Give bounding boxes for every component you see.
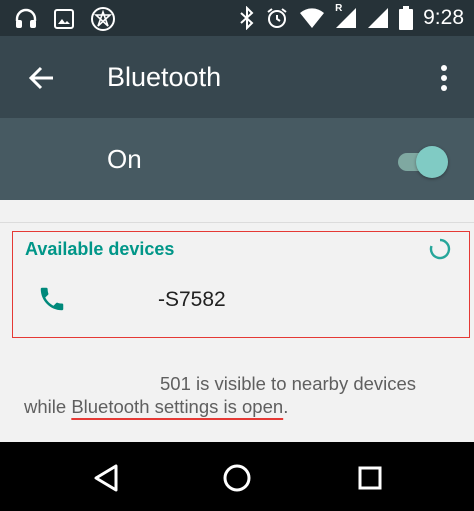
notification-icons: [14, 6, 116, 32]
divider: [0, 222, 474, 223]
back-triangle-icon: [94, 464, 118, 492]
toggle-label: On: [107, 144, 142, 174]
visibility-underlined-text: Bluetooth settings is open: [71, 396, 284, 417]
nav-back-button[interactable]: [88, 460, 124, 496]
navigation-bar: [0, 442, 474, 511]
no-signal-app-icon: [90, 6, 116, 32]
nav-home-button[interactable]: [219, 460, 255, 496]
image-icon: [52, 7, 76, 31]
home-circle-icon: [223, 464, 251, 492]
device-name: -S7582: [158, 288, 226, 311]
wifi-icon: [299, 7, 325, 29]
bluetooth-icon: [239, 6, 255, 30]
headphones-icon: [14, 7, 38, 31]
status-bar: R 9:28: [0, 0, 474, 36]
roaming-label: R: [335, 3, 343, 14]
visibility-line-2: while Bluetooth settings is open.: [24, 395, 454, 418]
nav-recents-button[interactable]: [352, 460, 388, 496]
system-icons: R 9:28: [239, 3, 464, 31]
available-devices-section: Available devices -S7582: [12, 231, 470, 338]
more-vert-icon: [441, 65, 447, 91]
visibility-prefix: while: [24, 396, 72, 417]
signal-roaming-icon: R: [335, 3, 357, 29]
more-options-button[interactable]: [432, 62, 456, 94]
phone-icon: [37, 284, 67, 314]
page-title: Bluetooth: [107, 62, 222, 92]
status-time: 9:28: [423, 6, 464, 29]
visibility-message: 501 is visible to nearby devices while B…: [24, 372, 454, 418]
available-devices-header: Available devices: [25, 239, 175, 259]
recents-square-icon: [358, 466, 382, 490]
battery-icon: [399, 6, 414, 30]
visibility-line-1: 501 is visible to nearby devices: [160, 373, 417, 394]
switch-thumb: [416, 146, 448, 178]
device-list-item[interactable]: -S7582: [13, 272, 469, 334]
back-button[interactable]: [24, 60, 60, 96]
app-bar: Bluetooth: [0, 36, 474, 118]
alarm-icon: [265, 6, 289, 30]
scanning-spinner-icon: [429, 238, 451, 260]
bluetooth-switch[interactable]: [396, 145, 450, 179]
content-area: Available devices -S7582 501 is visible …: [0, 200, 474, 442]
visibility-suffix: .: [283, 396, 289, 417]
signal-icon: [367, 7, 389, 29]
arrow-back-icon: [28, 66, 53, 90]
